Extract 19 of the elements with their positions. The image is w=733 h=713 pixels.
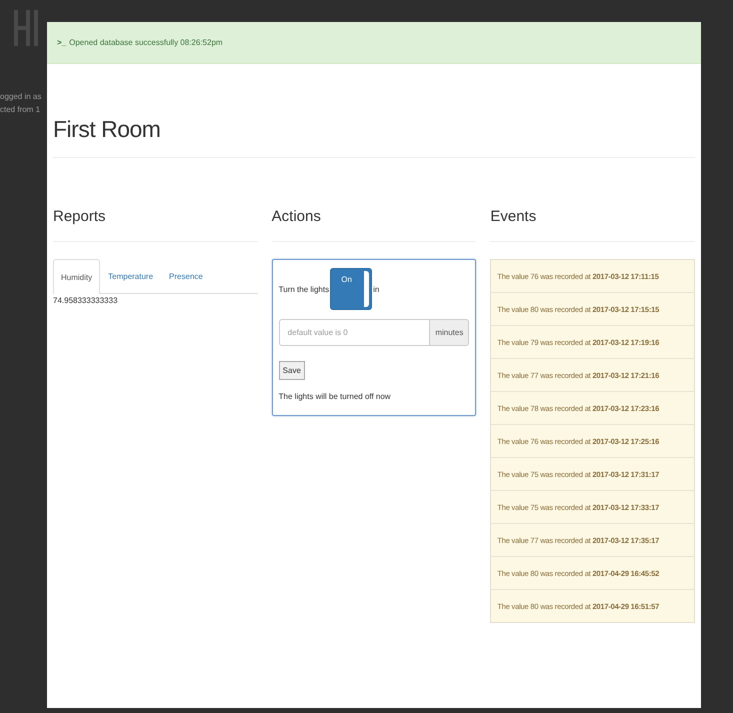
section-heading: Events [490, 208, 538, 225]
section-heading: Reports [53, 208, 107, 225]
section-heading: Actions [272, 208, 322, 225]
page-title: First Room [53, 116, 162, 143]
report-value: 74.958333333333 [53, 296, 119, 305]
terminal-icon: >_ [57, 38, 66, 47]
label: in [373, 284, 380, 294]
tab[interactable]: Temperature [100, 259, 162, 293]
minutes-input[interactable]: default value is 0 [278, 319, 430, 346]
alert-message: Opened database successfully 08:26:52pm [69, 38, 223, 47]
background-text: cted from 1 [0, 105, 42, 114]
tab[interactable]: Presence [161, 259, 211, 293]
save-button[interactable]: Save [278, 361, 305, 380]
label: Turn the lights [278, 284, 330, 294]
input-addon: minutes [430, 319, 470, 346]
tab[interactable]: Humidity [53, 259, 100, 294]
background-text: ogged in as [0, 92, 42, 101]
status-text: The lights will be turned off now [278, 392, 392, 401]
toggle-switch[interactable]: On [330, 268, 372, 310]
